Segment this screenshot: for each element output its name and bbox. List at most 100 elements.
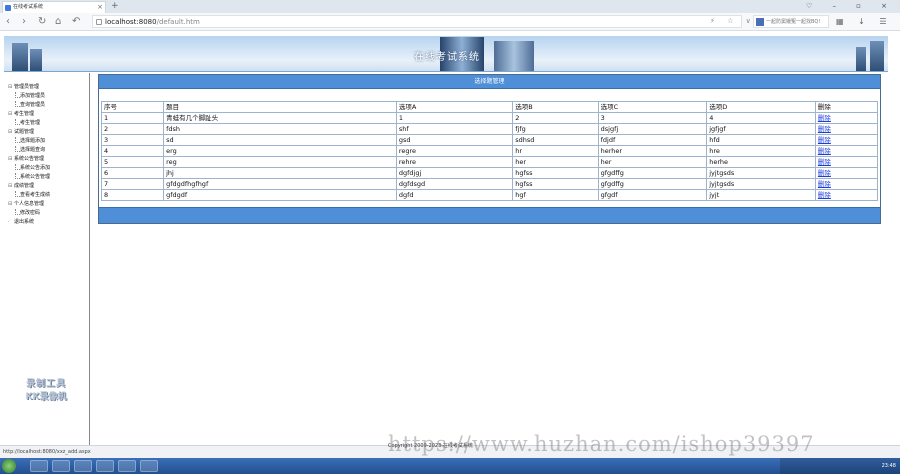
panel-footer [99, 207, 880, 223]
search-engine-icon[interactable] [756, 18, 764, 26]
taskbar-app-icon[interactable] [74, 460, 92, 472]
tree-item[interactable]: 查看考生成绩 [8, 191, 50, 200]
tree-group[interactable]: ⊟ 成绩管理 [8, 182, 50, 191]
table-cell: 6 [100, 167, 165, 179]
delete-link[interactable]: 删除 [818, 125, 831, 133]
table-cell: 3 [100, 134, 165, 146]
url-host: localhost:8080 [105, 18, 157, 26]
back-icon[interactable]: ‹ [6, 15, 10, 28]
table-cell: 删除 [814, 156, 879, 168]
undo-icon[interactable]: ↶ [72, 15, 80, 28]
new-tab-button[interactable]: + [111, 0, 119, 12]
table-cell: jgfjgf [706, 123, 816, 135]
delete-link[interactable]: 删除 [818, 191, 831, 199]
tree-label: 系统公告管理 [20, 174, 51, 180]
banner-building [856, 47, 866, 71]
table-cell: hre [706, 145, 816, 157]
table-cell: her [512, 156, 599, 168]
tree-group[interactable]: ⊟ 管理员管理 [8, 83, 50, 92]
table-cell: fdsh [163, 123, 397, 135]
url-input[interactable]: localhost:8080/default.htm [92, 15, 742, 28]
tree-group[interactable]: ⊟ 系统公告管理 [8, 155, 50, 164]
status-bar: http://localhost:8080/xxz_add.aspx Copyr… [0, 443, 900, 458]
delete-link[interactable]: 删除 [818, 114, 831, 122]
table-cell: hgfss [512, 178, 599, 190]
url-path: /default.htm [156, 18, 200, 26]
column-header: 选项A [395, 101, 514, 113]
table-cell: 删除 [814, 189, 879, 201]
tree-label: 试题管理 [14, 129, 35, 135]
table-cell: regre [395, 145, 514, 157]
table-cell: hgf [512, 189, 599, 201]
table-cell: sdhsd [512, 134, 599, 146]
table-cell: gfgdf [597, 189, 708, 201]
tree-group[interactable]: ⊟ 考生管理 [8, 110, 50, 119]
tree-item[interactable]: 系统公告管理 [8, 173, 50, 182]
tree-item[interactable]: 添加管理员 [8, 92, 50, 101]
table-cell: 删除 [814, 123, 879, 135]
tree-item[interactable]: 修改密码 [8, 209, 50, 218]
table-cell: 1 [395, 112, 514, 124]
table-cell: gfdgdf [163, 189, 397, 201]
page-copyright: Copyright 2009-2023 在线考试系统 [388, 443, 473, 449]
delete-link[interactable]: 删除 [818, 158, 831, 166]
taskbar-app-icon[interactable] [52, 460, 70, 472]
tab-close-icon[interactable]: × [97, 2, 103, 13]
reload-icon[interactable]: ↻ [38, 15, 46, 28]
tree-item[interactable]: 系统公告添加 [8, 164, 50, 173]
table-row: 4 erg regre hr herher hre 删除 [100, 145, 879, 157]
browser-menu-icons[interactable]: ▦ ↓ ☰ [836, 15, 893, 28]
table-cell: gfgdffg [597, 178, 708, 190]
page-info-icon[interactable] [96, 19, 102, 25]
tree-item[interactable]: 考生管理 [8, 119, 50, 128]
table-cell: jhj [163, 167, 397, 179]
table-cell: fdjdf [597, 134, 708, 146]
window-controls[interactable]: ♡ – ▫ × [806, 0, 896, 12]
logo-line-2: KK录像机 [25, 392, 67, 402]
table-cell: hr [512, 145, 599, 157]
table-row: 7 gfdgdfhgfhgf dgfdsgd hgfss gfgdffg jyjtgsds… [100, 178, 879, 190]
delete-link[interactable]: 删除 [818, 169, 831, 177]
banner-building [870, 41, 884, 71]
table-cell: gfdgdfhgfhgf [163, 178, 397, 190]
system-tray: 23:48 [780, 458, 900, 474]
browser-tab[interactable]: 在线考试系统 × [2, 1, 106, 13]
home-icon[interactable]: ⌂ [55, 15, 61, 28]
table-cell: erg [163, 145, 397, 157]
status-link: http://localhost:8080/xxz_add.aspx [3, 449, 91, 455]
tab-title: 在线考试系统 [13, 4, 44, 10]
tree-group[interactable]: ⊟ 试题管理 [8, 128, 50, 137]
table-row: 1 青蛙有几个脚趾头 1 2 3 4 删除 [100, 112, 879, 124]
forward-icon[interactable]: › [22, 15, 26, 28]
tree-group[interactable]: ⊟ 个人信息管理 [8, 200, 50, 209]
table-row: 8 gfdgdf dgfd hgf gfgdf jyjt 删除 [100, 189, 879, 201]
tree-label: 添加管理员 [20, 93, 46, 99]
table-header-row: 序号 题目 选项A 选项B 选项C 选项D 删除 [100, 101, 879, 113]
delete-link[interactable]: 删除 [818, 136, 831, 144]
table-cell: 4 [706, 112, 816, 124]
delete-link[interactable]: 删除 [818, 180, 831, 188]
tree-item[interactable]: 查询管理员 [8, 101, 50, 110]
table-cell: 4 [100, 145, 165, 157]
start-button[interactable] [2, 459, 16, 473]
table-row: 2 fdsh shf fjfg dsjgfj jgfjgf 删除 [100, 123, 879, 135]
table-cell: dsjgfj [597, 123, 708, 135]
tree-item[interactable]: 选择题查询 [8, 146, 50, 155]
url-toolbar-icons[interactable]: ⚡ ☆ ∨ [710, 15, 756, 28]
table-cell: hgfss [512, 167, 599, 179]
favicon-icon [5, 5, 11, 11]
tree-item[interactable]: 选择题添加 [8, 137, 50, 146]
taskbar-app-icon[interactable] [140, 460, 158, 472]
browser-tab-bar: 在线考试系统 × + ♡ – ▫ × [0, 0, 900, 13]
tree-label: 查询管理员 [20, 102, 46, 108]
banner-building [12, 43, 28, 71]
taskbar-app-icon[interactable] [96, 460, 114, 472]
taskbar-app-icon[interactable] [30, 460, 48, 472]
os-taskbar: 23:48 [0, 458, 900, 474]
taskbar-app-icon[interactable] [118, 460, 136, 472]
delete-link[interactable]: 删除 [818, 147, 831, 155]
tree-group[interactable]: · 退出系统 [8, 218, 50, 227]
table-cell: shf [395, 123, 514, 135]
search-input[interactable]: 一起防窦娥冤一起找BQ! [753, 15, 829, 28]
table-cell: 3 [597, 112, 708, 124]
